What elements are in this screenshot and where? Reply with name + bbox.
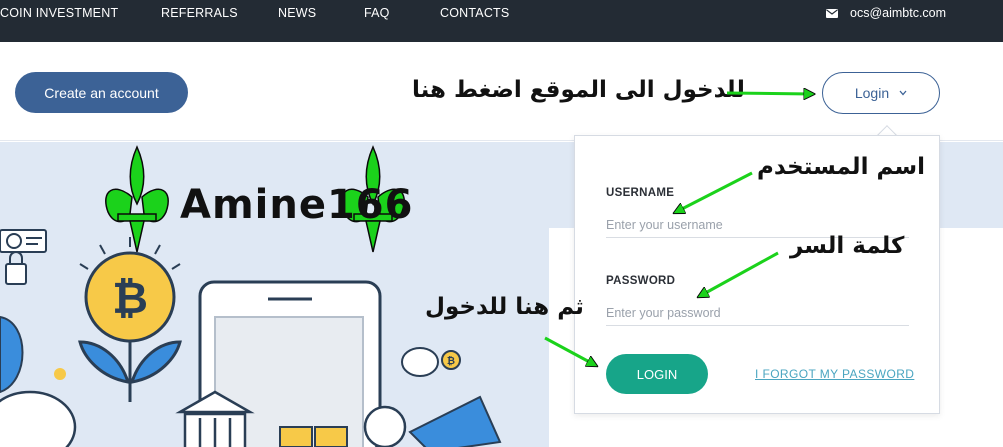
top-nav-bar: COIN INVESTMENT REFERRALS NEWS FAQ CONTA…	[0, 0, 1003, 42]
bulb-icon	[363, 405, 407, 447]
bitcoin-card-icon	[0, 229, 47, 285]
nav-news[interactable]: NEWS	[278, 6, 316, 20]
email-text: ocs@aimbtc.com	[850, 6, 947, 20]
chevron-down-icon	[899, 90, 907, 96]
password-label: PASSWORD	[606, 275, 676, 287]
svg-text:₿: ₿	[447, 355, 455, 367]
forgot-password-link[interactable]: I FORGOT MY PASSWORD	[755, 367, 914, 381]
speech-bubble-icon	[0, 315, 66, 394]
nav-contacts[interactable]: CONTACTS	[440, 6, 509, 20]
password-input[interactable]	[606, 300, 909, 326]
password-annotation: كلمة السر	[790, 233, 905, 259]
login-dropdown-button[interactable]: Login	[822, 72, 940, 114]
nav-coin-investment[interactable]: COIN INVESTMENT	[0, 6, 118, 20]
login-annotation-text: للدخول الى الموقع اضغط هنا	[412, 77, 745, 103]
watermark-text: Amine166	[180, 182, 414, 228]
nav-faq[interactable]: FAQ	[364, 6, 390, 20]
fish-bitcoin-icon: ₿	[401, 347, 461, 377]
username-label: USERNAME	[606, 187, 675, 199]
submit-annotation: ثم هنا للدخول	[425, 294, 584, 320]
bitcoin-coin-icon: ₿	[84, 251, 176, 343]
envelope-icon	[826, 8, 838, 18]
create-account-button[interactable]: Create an account	[15, 72, 188, 113]
credit-cards-icon	[408, 395, 502, 447]
fleur-de-lis-icon	[105, 145, 169, 253]
login-submit-button[interactable]: LOGIN	[606, 354, 708, 394]
login-button-label: Login	[854, 85, 890, 101]
page-header: Create an account للدخول الى الموقع اضغط…	[0, 42, 1003, 141]
piggy-bank-icon	[0, 390, 77, 447]
contact-email[interactable]: ocs@aimbtc.com	[826, 6, 946, 20]
nav-referrals[interactable]: REFERRALS	[161, 6, 238, 20]
username-annotation: اسم المستخدم	[757, 154, 925, 180]
plant-leaves	[78, 340, 182, 402]
svg-text:₿: ₿	[112, 273, 148, 324]
